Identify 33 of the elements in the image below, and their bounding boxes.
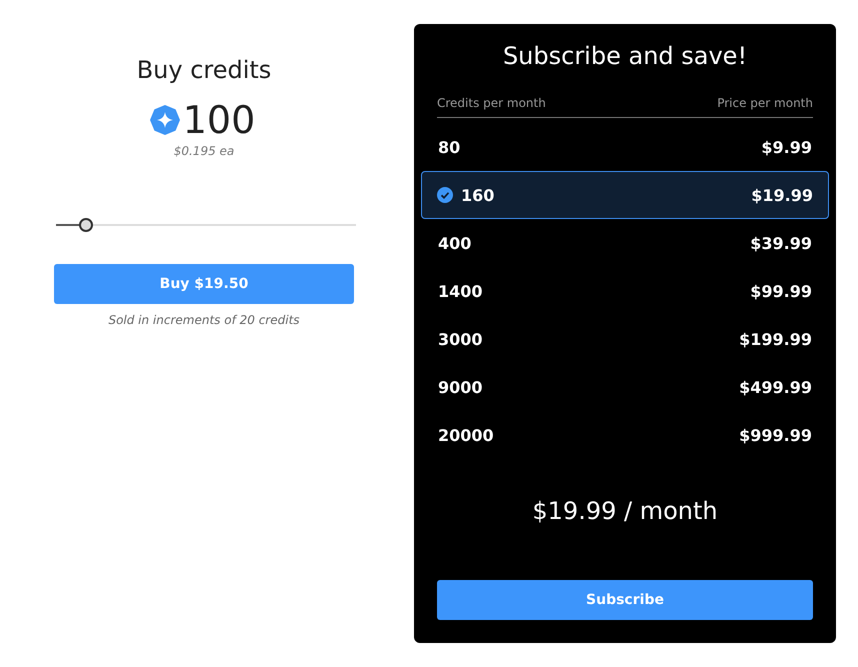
- plan-price: $39.99: [750, 234, 812, 252]
- slider-thumb[interactable]: [79, 218, 93, 232]
- plan-row[interactable]: 3000 $199.99: [437, 315, 813, 363]
- plan-credits: 20000: [438, 426, 494, 444]
- buy-title: Buy credits: [136, 56, 272, 84]
- check-icon: [437, 187, 453, 203]
- plan-row[interactable]: 9000 $499.99: [437, 363, 813, 411]
- plan-credits: 1400: [438, 282, 483, 300]
- plan-price: $499.99: [739, 378, 812, 396]
- credit-amount: 100: [182, 98, 256, 142]
- plan-price: $99.99: [750, 282, 812, 300]
- plan-price: $999.99: [739, 426, 812, 444]
- column-header: Price per month: [717, 96, 813, 110]
- column-header: Credits per month: [437, 96, 546, 110]
- increment-note: Sold in increments of 20 credits: [108, 313, 300, 327]
- plan-price: $9.99: [761, 138, 812, 156]
- plan-row[interactable]: 80 $9.99: [437, 123, 813, 171]
- plan-price: $19.99: [751, 186, 813, 204]
- plan-row[interactable]: 160 $19.99: [421, 171, 829, 219]
- total-price: $19.99 / month: [531, 497, 719, 525]
- plan-price: $199.99: [739, 330, 812, 348]
- subscribe-title: Subscribe and save!: [502, 42, 748, 70]
- plan-row[interactable]: 1400 $99.99: [437, 267, 813, 315]
- plan-credits: 9000: [438, 378, 483, 396]
- plan-credits: 160: [461, 186, 494, 204]
- sparkle-badge-icon: [148, 104, 181, 136]
- unit-price: $0.195 ea: [174, 144, 234, 158]
- plan-row[interactable]: 20000 $999.99: [437, 411, 813, 459]
- plan-credits: 3000: [438, 330, 483, 348]
- plan-credits: 80: [438, 138, 460, 156]
- plan-row[interactable]: 400 $39.99: [437, 219, 813, 267]
- plan-credits: 400: [438, 234, 472, 252]
- credit-slider[interactable]: [56, 218, 356, 232]
